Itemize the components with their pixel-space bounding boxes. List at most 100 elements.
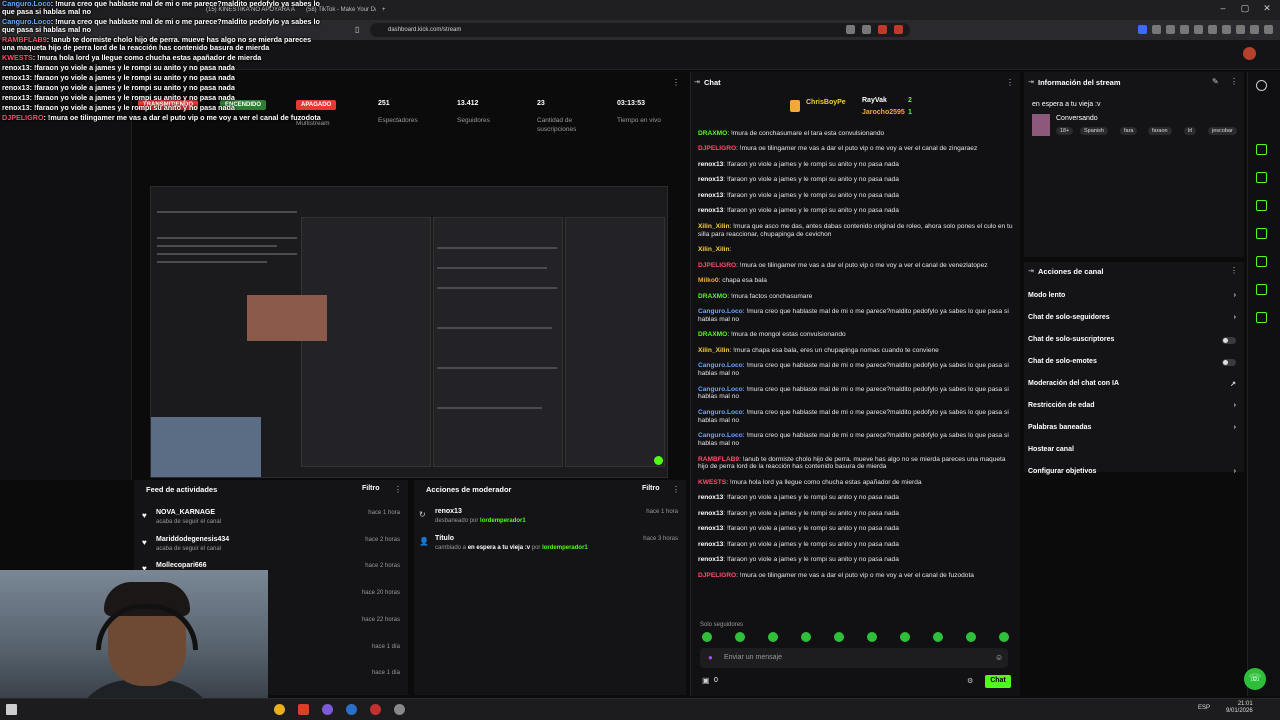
chat-username[interactable]: KWESTS	[698, 479, 726, 486]
chat-message[interactable]: renox13: !faraon yo viole a james y le r…	[698, 556, 1016, 564]
moderator-name[interactable]: lordemperador1	[480, 518, 526, 524]
category-name[interactable]: Conversando	[1056, 115, 1098, 122]
chat-username[interactable]: renox13	[698, 192, 723, 199]
collapse-icon[interactable]: ⇥	[1028, 78, 1034, 86]
chat-username[interactable]: DRAXMO	[698, 293, 727, 300]
chat-message[interactable]: KWESTS: !mura hola lord ya llegue como c…	[698, 479, 1016, 487]
more-icon[interactable]: ⋮	[1006, 78, 1014, 87]
chat-username[interactable]: RAMBFLAB9	[698, 456, 739, 463]
channel-action[interactable]: Restricción de edad ›	[1028, 402, 1240, 416]
more-icon[interactable]: ⋮	[672, 78, 680, 87]
extension-icon[interactable]	[1138, 25, 1147, 34]
chat-message[interactable]: renox13: !faraon yo viole a james y le r…	[698, 494, 1016, 502]
app-icon[interactable]	[298, 704, 309, 715]
chat-username[interactable]: renox13	[698, 494, 723, 501]
emote-icon[interactable]	[966, 632, 976, 642]
chat-message[interactable]: Canguro.Loco: !mura creo que hablaste ma…	[698, 362, 1016, 378]
follower-name[interactable]: Mariddodegenesis434	[156, 536, 229, 543]
chat-username[interactable]: renox13	[698, 207, 723, 214]
close-icon[interactable]: ✕	[1260, 3, 1274, 17]
channel-action[interactable]: Chat de solo-seguidores ›	[1028, 314, 1240, 328]
edit-icon[interactable]: ✎	[1212, 77, 1219, 86]
app-icon[interactable]	[370, 704, 381, 715]
emote-icon[interactable]	[834, 632, 844, 642]
filter-button[interactable]: Filtro	[642, 485, 660, 492]
chat-username[interactable]: Canguro.Loco	[698, 386, 743, 393]
follower-name[interactable]: Mollecopari666	[156, 562, 207, 569]
chat-message[interactable]: renox13: !faraon yo viole a james y le r…	[698, 541, 1016, 549]
chat-username[interactable]: Milko0	[698, 277, 719, 284]
action-icon[interactable]	[1256, 172, 1267, 183]
stream-tag[interactable]: jescobar	[1208, 127, 1237, 135]
chat-username[interactable]: renox13	[698, 525, 723, 532]
chat-message[interactable]: DJPELIGRO: !mura oe tilingamer me vas a …	[698, 145, 1016, 153]
extension-icon[interactable]	[1236, 25, 1245, 34]
stream-tag[interactable]: lrl	[1184, 127, 1197, 135]
chat-message[interactable]: Xilin_Xilin:	[698, 246, 1016, 254]
chat-username[interactable]: DJPELIGRO	[698, 572, 736, 579]
stream-tag[interactable]: faraon	[1148, 127, 1172, 135]
app-icon[interactable]	[346, 704, 357, 715]
emote-icon[interactable]	[801, 632, 811, 642]
action-icon[interactable]	[1256, 200, 1267, 211]
chat-message[interactable]: Canguro.Loco: !mura creo que hablaste ma…	[698, 308, 1016, 324]
chat-message[interactable]: renox13: !faraon yo viole a james y le r…	[698, 510, 1016, 518]
new-tab-icon[interactable]: +	[376, 3, 388, 18]
chat-username[interactable]: renox13	[698, 176, 723, 183]
extension-icon[interactable]	[862, 25, 871, 34]
maximize-icon[interactable]: ▢	[1238, 3, 1252, 17]
chat-username[interactable]: renox13	[698, 161, 723, 168]
more-icon[interactable]: ⋮	[672, 485, 680, 494]
emote-icon[interactable]	[900, 632, 910, 642]
chat-message[interactable]: RAMBFLAB9: !anub te dormiste cholo hijo …	[698, 456, 1016, 472]
chat-username[interactable]: Canguro.Loco	[698, 432, 743, 439]
bookmark-icon[interactable]: ▯	[355, 25, 359, 34]
chat-message[interactable]: DJPELIGRO: !mura oe tilingamer me vas a …	[698, 262, 1016, 270]
chat-username[interactable]: renox13	[698, 541, 723, 548]
channel-action[interactable]: Chat de solo-suscriptores	[1028, 336, 1240, 350]
emote-picker-icon[interactable]: ●	[708, 653, 713, 662]
chat-message[interactable]: renox13: !faraon yo viole a james y le r…	[698, 176, 1016, 184]
more-icon[interactable]: ⋮	[394, 485, 402, 494]
chat-username[interactable]: Xilin_Xilin	[698, 246, 730, 253]
gifter-name[interactable]: ChrisBoyPe	[806, 99, 846, 106]
chat-message[interactable]: Canguro.Loco: !mura creo que hablaste ma…	[698, 409, 1016, 425]
chat-message[interactable]: renox13: !faraon yo viole a james y le r…	[698, 161, 1016, 169]
channel-action[interactable]: Moderación del chat con IA ↗	[1028, 380, 1240, 394]
menu-icon[interactable]	[1264, 25, 1273, 34]
chat-message[interactable]: Canguro.Loco: !mura creo que hablaste ma…	[698, 386, 1016, 402]
emote-icon[interactable]	[933, 632, 943, 642]
emoji-icon[interactable]: ☺	[995, 653, 1003, 662]
app-icon[interactable]	[394, 704, 405, 715]
channel-action[interactable]: Hostear canal	[1028, 446, 1240, 460]
gifter-name[interactable]: Jarocho2595	[862, 109, 905, 116]
chat-username[interactable]: Xilin_Xilin	[698, 223, 730, 230]
chat-input[interactable]: Enviar un mensaje	[700, 648, 1008, 668]
gifter-name[interactable]: RayVak	[862, 97, 887, 104]
chat-message[interactable]: Xilin_Xilin: !mura chapa esa bala, eres …	[698, 347, 1016, 355]
stream-tag[interactable]: Spanish	[1080, 127, 1108, 135]
chrome-icon[interactable]	[274, 704, 285, 715]
send-chat-button[interactable]: Chat	[985, 675, 1011, 688]
language-indicator[interactable]: ESP	[1198, 705, 1210, 711]
chat-message[interactable]: renox13: !faraon yo viole a james y le r…	[698, 207, 1016, 215]
toggle-switch[interactable]	[1222, 337, 1236, 344]
more-icon[interactable]: ⋮	[1230, 266, 1238, 275]
chat-username[interactable]: DJPELIGRO	[698, 145, 736, 152]
extension-icon[interactable]	[846, 25, 855, 34]
url-field[interactable]: dashboard.kick.com/stream	[370, 23, 910, 37]
action-icon[interactable]	[1256, 144, 1267, 155]
extension-icon[interactable]	[1166, 25, 1175, 34]
support-button[interactable]: ☏	[1244, 668, 1266, 690]
channel-action[interactable]: Chat de solo-emotes	[1028, 358, 1240, 372]
chat-username[interactable]: Xilin_Xilin	[698, 347, 730, 354]
edit-icon[interactable]	[1256, 110, 1267, 121]
chat-message[interactable]: renox13: !faraon yo viole a james y le r…	[698, 525, 1016, 533]
gear-icon[interactable]: ⚙	[967, 677, 973, 685]
emote-icon[interactable]	[702, 632, 712, 642]
avatar[interactable]	[1243, 47, 1256, 60]
extension-icon[interactable]	[1250, 25, 1259, 34]
emote-icon[interactable]	[768, 632, 778, 642]
filter-button[interactable]: Filtro	[362, 485, 380, 492]
chat-username[interactable]: DRAXMO	[698, 331, 727, 338]
